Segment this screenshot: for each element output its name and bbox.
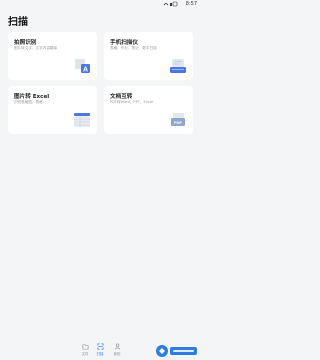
watermark-logo (156, 345, 197, 357)
card-subtitle: 图片转文字，文字内容翻译 (14, 46, 58, 50)
card-title: 手机扫描仪 (110, 40, 138, 46)
status-time: 8:57 (185, 1, 197, 7)
card-photo-recognition[interactable]: 拍照识别 图片转文字，文字内容翻译 A (8, 32, 97, 80)
card-subtitle: 识别表格图，表格 (14, 100, 43, 104)
card-subtitle: 表格、作业、笔记、数字扫描 (110, 46, 157, 50)
card-title: 图片转 Excel (14, 94, 50, 100)
tab-label: 扫描 (96, 352, 104, 356)
card-mobile-scanner[interactable]: 手机扫描仪 表格、作业、笔记、数字扫描 (104, 32, 193, 80)
tab-mine[interactable]: 我的 (108, 343, 126, 357)
card-document-convert[interactable]: 文档互转 PDF转Word、PPT、Excel PDF (104, 86, 193, 134)
page-title: 扫描 (8, 17, 28, 28)
person-icon (114, 343, 120, 350)
pdf-file-icon: PDF (171, 113, 185, 126)
scan-icon (97, 343, 103, 350)
excel-table-icon (74, 113, 90, 127)
tab-scan[interactable]: 扫描 (91, 343, 109, 357)
card-subtitle: PDF转Word、PPT、Excel (110, 100, 154, 104)
card-title: 文档互转 (110, 94, 133, 100)
folder-icon (82, 344, 88, 350)
pdf-label: PDF (174, 120, 183, 125)
tab-label: 我的 (113, 352, 121, 356)
status-icons (163, 1, 179, 9)
card-image-to-excel[interactable]: 图片转 Excel 识别表格图，表格 (8, 86, 97, 134)
scanner-icon (170, 59, 186, 73)
card-title: 拍照识别 (14, 40, 37, 46)
photo-translate-icon: A (75, 59, 90, 73)
status-bar: 8:57 (0, 0, 201, 8)
letter-a: A (83, 66, 88, 73)
